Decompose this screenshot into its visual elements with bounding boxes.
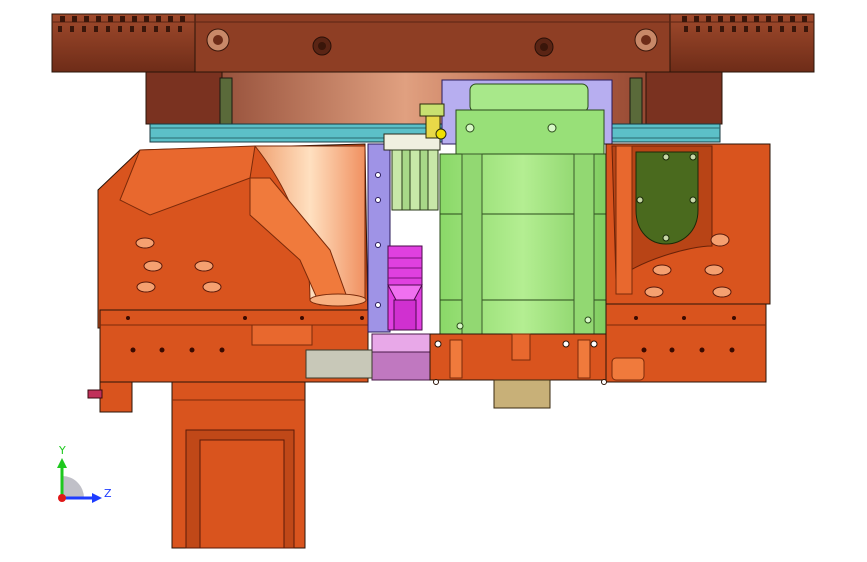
threaded-boss: [712, 286, 732, 298]
support-leg: [171, 381, 306, 549]
threaded-boss: [136, 281, 156, 293]
z-axis-arrowhead: [92, 493, 102, 503]
threaded-boss: [644, 286, 664, 298]
cad-assembly-drawing: Y Z: [51, 13, 815, 549]
triad-plane: [62, 476, 84, 498]
y-axis-arrowhead: [57, 458, 67, 468]
olive-cover-plate: [635, 151, 699, 245]
top-flange: [51, 13, 815, 73]
flange-bolt: [206, 28, 230, 52]
threaded-boss: [202, 281, 222, 293]
y-axis-label: Y: [58, 444, 66, 457]
left-housing: [97, 143, 369, 329]
threaded-boss: [135, 237, 155, 249]
pink-mount-block: [371, 333, 431, 381]
servo-motor: [439, 83, 607, 335]
flange-bolt: [312, 36, 332, 56]
threaded-boss: [652, 264, 672, 276]
threaded-boss: [710, 233, 730, 247]
threaded-boss: [194, 260, 214, 272]
z-axis-label: Z: [104, 487, 112, 500]
threaded-boss: [704, 264, 724, 276]
tan-connector-block: [493, 379, 551, 409]
triad-origin: [58, 494, 66, 502]
magenta-coupling: [387, 245, 423, 331]
view-orientation-triad[interactable]: Y Z: [57, 444, 112, 503]
cad-viewport[interactable]: Y Z: [0, 0, 867, 562]
flange-bolt: [534, 37, 554, 57]
lower-right-body: [605, 303, 767, 383]
threaded-boss: [143, 260, 163, 272]
flange-bolt: [634, 28, 658, 52]
